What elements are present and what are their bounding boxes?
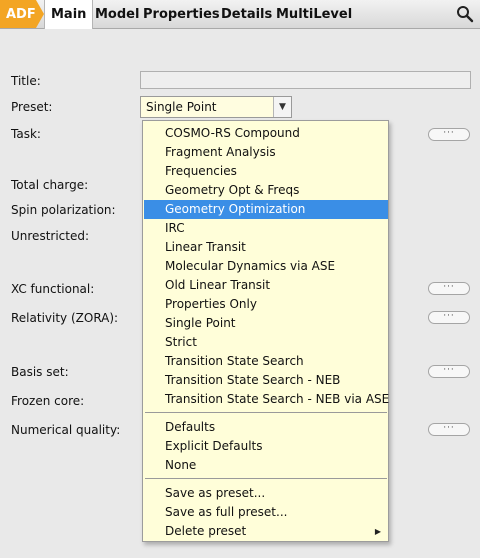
menu-item-geometry-optimization[interactable]: Geometry Optimization xyxy=(144,200,388,219)
spin-polarization-label: Spin polarization: xyxy=(11,203,116,217)
tab-details[interactable]: Details xyxy=(221,0,272,28)
menu-item-geometry-opt-freqs[interactable]: Geometry Opt & Freqs xyxy=(144,181,388,200)
menu-item-defaults[interactable]: Defaults xyxy=(144,418,388,437)
xc-functional-more-button[interactable]: ··· xyxy=(428,282,470,295)
search-icon[interactable] xyxy=(456,5,474,23)
menu-item-single-point[interactable]: Single Point xyxy=(144,314,388,333)
tab-main-label: Main xyxy=(51,7,87,22)
relativity-label: Relativity (ZORA): xyxy=(11,311,119,325)
menu-item-strict[interactable]: Strict xyxy=(144,333,388,352)
relativity-more-button[interactable]: ··· xyxy=(428,311,470,324)
basis-set-more-button[interactable]: ··· xyxy=(428,365,470,378)
numerical-quality-label: Numerical quality: xyxy=(11,423,121,437)
preset-value: Single Point xyxy=(146,100,217,114)
preset-dropdown[interactable]: Single Point ▼ xyxy=(140,96,292,118)
title-label: Title: xyxy=(11,74,41,88)
tab-details-label: Details xyxy=(221,6,273,22)
preset-menu: COSMO-RS Compound Fragment Analysis Freq… xyxy=(142,120,389,542)
unrestricted-label: Unrestricted: xyxy=(11,229,90,243)
tab-multilevel[interactable]: MultiLevel xyxy=(276,0,352,28)
task-label: Task: xyxy=(11,127,41,141)
menu-item-linear-transit[interactable]: Linear Transit xyxy=(144,238,388,257)
tab-adf-label: ADF xyxy=(6,6,36,22)
menu-item-delete-preset[interactable]: Delete preset ▶ xyxy=(144,522,388,541)
menu-item-frequencies[interactable]: Frequencies xyxy=(144,162,388,181)
menu-item-save-as-full-preset[interactable]: Save as full preset... xyxy=(144,503,388,522)
tab-model[interactable]: Model xyxy=(95,0,139,28)
tab-main[interactable]: Main xyxy=(44,0,94,29)
menu-item-transition-state-search[interactable]: Transition State Search xyxy=(144,352,388,371)
menu-item-molecular-dynamics-ase[interactable]: Molecular Dynamics via ASE xyxy=(144,257,388,276)
basis-set-label: Basis set: xyxy=(11,365,69,379)
numerical-quality-more-button[interactable]: ··· xyxy=(428,423,470,436)
menu-item-properties-only[interactable]: Properties Only xyxy=(144,295,388,314)
chevron-right-icon: ▶ xyxy=(374,527,381,536)
tab-multilevel-label: MultiLevel xyxy=(276,6,353,22)
top-tab-bar: ADF Main Model Properties Details MultiL… xyxy=(0,0,480,29)
tab-model-label: Model xyxy=(95,6,140,22)
menu-item-delete-preset-label: Delete preset xyxy=(165,524,247,538)
title-input[interactable] xyxy=(140,71,471,89)
menu-item-transition-state-search-neb-ase[interactable]: Transition State Search - NEB via ASE xyxy=(144,390,389,409)
xc-functional-label: XC functional: xyxy=(11,282,95,296)
chevron-down-icon[interactable]: ▼ xyxy=(273,97,291,117)
tab-properties[interactable]: Properties xyxy=(143,0,220,28)
task-more-button[interactable]: ··· xyxy=(428,128,470,141)
menu-item-none[interactable]: None xyxy=(144,456,388,475)
tab-adf[interactable]: ADF xyxy=(0,0,44,28)
tab-properties-label: Properties xyxy=(143,6,220,22)
preset-label: Preset: xyxy=(11,100,53,114)
menu-divider xyxy=(145,478,387,479)
menu-item-save-as-preset[interactable]: Save as preset... xyxy=(144,484,388,503)
menu-divider xyxy=(145,412,387,413)
menu-item-transition-state-search-neb[interactable]: Transition State Search - NEB xyxy=(144,371,388,390)
menu-item-cosmo-rs-compound[interactable]: COSMO-RS Compound xyxy=(144,124,388,143)
frozen-core-label: Frozen core: xyxy=(11,394,85,408)
menu-item-old-linear-transit[interactable]: Old Linear Transit xyxy=(144,276,388,295)
menu-item-fragment-analysis[interactable]: Fragment Analysis xyxy=(144,143,388,162)
menu-item-explicit-defaults[interactable]: Explicit Defaults xyxy=(144,437,388,456)
total-charge-label: Total charge: xyxy=(11,178,89,192)
menu-item-irc[interactable]: IRC xyxy=(144,219,388,238)
